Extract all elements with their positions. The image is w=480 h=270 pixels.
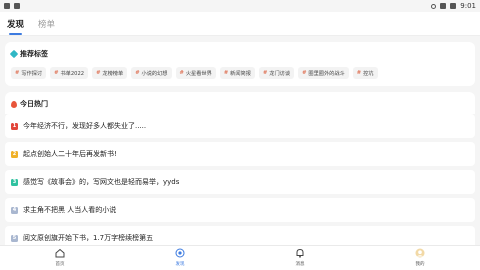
nav-messages[interactable]: 消息 [280, 248, 320, 267]
battery-icon [450, 3, 457, 9]
tab-discover[interactable]: 发现 [7, 13, 24, 35]
nav-discover-label: 发现 [175, 262, 185, 267]
hot-item-title: 今年经济不行，发现好多人都失业了..... [23, 122, 147, 130]
hot-item[interactable]: 4 求主角不把黑 人当人看的小说 [5, 198, 475, 222]
status-bar: 9:01 [0, 0, 480, 12]
nav-messages-label: 消息 [295, 262, 305, 267]
tag-chip[interactable]: # 新闻简报 [219, 67, 255, 79]
tag-label: 新闻简报 [230, 70, 251, 77]
status-left [4, 3, 20, 9]
rank-badge: 4 [11, 206, 18, 214]
storage-icon [14, 3, 20, 9]
status-right: 9:01 [431, 2, 476, 10]
hot-item[interactable]: 3 感觉写《故事会》的，写网文也是轻而易举，yyds [5, 170, 475, 194]
hot-item-title: 起点创始人二十年后再发新书! [23, 150, 117, 158]
fire-icon [11, 100, 17, 108]
nav-me[interactable]: 我的 [400, 248, 440, 267]
hash-icon: # [302, 70, 307, 76]
discover-icon [175, 248, 185, 258]
tag-chip[interactable]: # 写作探讨 [11, 67, 47, 79]
tag-chip[interactable]: # 小说的幻想 [131, 67, 172, 79]
rank-badge: 1 [11, 122, 18, 130]
recommended-tags-header: 推荐标签 [9, 49, 469, 59]
hot-today-header-card: 今日热门 [5, 92, 475, 114]
hot-item-title: 感觉写《故事会》的，写网文也是轻而易举，yyds [23, 178, 180, 186]
hot-item[interactable]: 5 阅文原创旗开始下书，1.7万字榜续榜第五 [5, 226, 475, 245]
hash-icon: # [96, 70, 101, 76]
nav-me-label: 我的 [415, 262, 425, 267]
tag-list: # 写作探讨 # 书单2022 # 龙榜榜单 # 小说的幻想 # 火星看世界 # 新闻简报 … [11, 67, 469, 79]
tag-icon [9, 49, 19, 59]
tag-chip[interactable]: # 龙榜榜单 [92, 67, 128, 79]
tag-chip[interactable]: # 火星看世界 [175, 67, 216, 79]
hot-item-title: 阅文原创旗开始下书，1.7万字榜续榜第五 [23, 234, 154, 242]
hot-today-title: 今日热门 [20, 100, 48, 108]
top-tab-bar: 发现 榜单 [0, 12, 480, 36]
nav-home[interactable]: 首页 [40, 248, 80, 267]
tag-label: 控坑 [363, 70, 374, 77]
tag-label: 龙门访谈 [269, 70, 291, 77]
hot-today-header: 今日热门 [11, 99, 469, 109]
hot-item-title: 求主角不把黑 人当人看的小说 [23, 206, 117, 214]
hash-icon: # [54, 70, 59, 76]
hash-icon: # [15, 70, 20, 76]
avatar-icon [415, 248, 425, 258]
rank-badge: 3 [11, 178, 18, 186]
hot-list: 1 今年经济不行，发现好多人都失业了..... 2 起点创始人二十年后再发新书!… [5, 114, 475, 245]
nav-discover[interactable]: 发现 [160, 248, 200, 267]
tag-chip[interactable]: # 龙门访谈 [258, 67, 295, 79]
hot-item[interactable]: 1 今年经济不行，发现好多人都失业了..... [5, 114, 475, 138]
bell-icon [296, 248, 304, 258]
tab-ranking[interactable]: 榜单 [38, 13, 55, 35]
tag-label: 小说的幻想 [141, 70, 168, 77]
bottom-nav: 首页 发现 消息 我的 [0, 245, 480, 270]
notification-icon [4, 3, 10, 9]
hash-icon: # [262, 70, 268, 76]
signal-icon [440, 3, 447, 9]
nav-home-label: 首页 [55, 262, 65, 267]
main-content: 推荐标签 # 写作探讨 # 书单2022 # 龙榜榜单 # 小说的幻想 # 火星看世界 #… [0, 37, 480, 245]
tag-chip[interactable]: # 圈里圈外的战斗 [298, 67, 349, 79]
recommended-tags-card: 推荐标签 # 写作探讨 # 书单2022 # 龙榜榜单 # 小说的幻想 # 火星看世界 #… [5, 42, 475, 86]
tag-chip[interactable]: # 书单2022 [50, 67, 89, 79]
hot-item[interactable]: 2 起点创始人二十年后再发新书! [5, 142, 475, 166]
hash-icon: # [179, 70, 184, 76]
tag-label: 火星看世界 [185, 70, 212, 77]
hash-icon: # [223, 70, 229, 76]
home-icon [55, 248, 65, 258]
tag-label: 龙榜榜单 [102, 70, 124, 77]
wifi-icon [431, 3, 437, 9]
tag-label: 书单2022 [60, 70, 85, 77]
tag-label: 写作探讨 [21, 70, 43, 77]
rank-badge: 5 [11, 234, 18, 242]
rank-badge: 2 [11, 150, 18, 158]
status-time: 9:01 [460, 2, 476, 10]
tag-chip[interactable]: # 控坑 [352, 67, 378, 79]
hash-icon: # [135, 70, 140, 76]
hash-icon: # [356, 70, 362, 76]
recommended-tags-title: 推荐标签 [20, 50, 48, 58]
tag-label: 圈里圈外的战斗 [308, 70, 345, 77]
